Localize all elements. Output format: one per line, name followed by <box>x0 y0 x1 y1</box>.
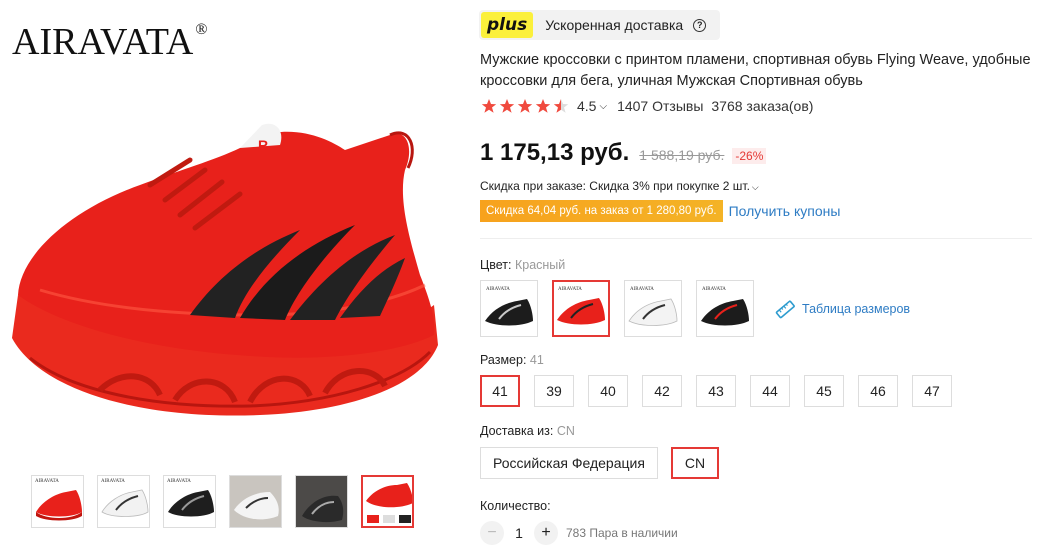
question-circle-icon[interactable]: ? <box>693 18 707 32</box>
quantity-input[interactable]: 1 <box>504 525 534 541</box>
divider <box>480 238 1032 239</box>
chevron-down-icon: ⌵ <box>751 182 759 192</box>
swatch-shoe <box>701 299 749 326</box>
swatch-shoe <box>485 299 533 326</box>
ruler-icon <box>775 300 795 318</box>
quantity-decrease-button[interactable]: − <box>480 521 504 545</box>
coupon-badge: Скидка 64,04 руб. на заказ от 1 280,80 р… <box>480 200 723 222</box>
size-option[interactable]: 41 <box>480 375 520 407</box>
plus-delivery-bar[interactable]: plus Ускоренная доставка ? <box>479 10 720 40</box>
thumb-shoe <box>101 489 149 517</box>
svg-text:R: R <box>258 137 268 153</box>
thumbnail-5[interactable] <box>295 475 348 528</box>
brand-logo: AIRAVATA ® <box>12 20 208 64</box>
product-title: Мужские кроссовки с принтом пламени, спо… <box>480 52 1031 89</box>
size-selected: 41 <box>529 353 544 367</box>
get-coupons-link[interactable]: Получить купоны <box>729 203 841 219</box>
rating-stars <box>481 98 569 114</box>
size-option[interactable]: 44 <box>750 375 790 407</box>
thumbnail-3[interactable]: AIRAVATA <box>163 475 216 528</box>
rating-value[interactable]: 4.5 <box>577 98 596 114</box>
size-options: 41 39 40 42 43 44 45 46 47 <box>480 375 952 407</box>
quantity-stepper: − 1 + 783 Пара в наличии <box>480 521 678 545</box>
size-table-link[interactable]: Таблица размеров <box>774 298 910 320</box>
size-table-label: Таблица размеров <box>802 301 911 316</box>
shipping-label-text: Доставка из: <box>480 424 554 438</box>
swatch-shoe <box>628 298 678 326</box>
thumb-logo: AIRAVATA <box>35 479 59 484</box>
registered-mark: ® <box>195 21 208 38</box>
plus-badge: plus <box>481 12 534 38</box>
bulk-discount-text: Скидка при заказе: Скидка 3% при покупке… <box>480 179 750 193</box>
stock-count: 783 Пара в наличии <box>566 526 678 540</box>
current-price: 1 175,13 руб. <box>480 139 630 166</box>
svg-text:AIRAVATA: AIRAVATA <box>558 287 582 292</box>
reviews-link[interactable]: 1407 Отзывы <box>617 98 703 114</box>
quantity-label: Количество: <box>480 499 551 513</box>
old-price: 1 588,19 руб. <box>639 147 725 163</box>
plus-delivery-text: Ускоренная доставка <box>545 17 684 33</box>
brand-name: AIRAVATA <box>12 21 194 63</box>
size-option[interactable]: 46 <box>858 375 898 407</box>
thumbnail-strip: AIRAVATA AIRAVATA AIRAVATA <box>31 475 414 528</box>
star-icon <box>499 99 515 113</box>
coupon-row: Скидка 64,04 руб. на заказ от 1 280,80 р… <box>480 200 840 222</box>
ship-from-cn[interactable]: CN <box>670 447 720 479</box>
size-option[interactable]: 45 <box>804 375 844 407</box>
size-label-text: Размер: <box>480 353 527 367</box>
rating-row: 4.5 ⌵ 1407 Отзывы 3768 заказа(ов) <box>481 98 813 114</box>
thumbnail-1[interactable]: AIRAVATA <box>31 475 84 528</box>
star-icon <box>535 99 551 113</box>
bulk-discount[interactable]: Скидка при заказе: Скидка 3% при покупке… <box>480 179 759 193</box>
thumb-logo: AIRAVATA <box>101 479 125 484</box>
discount-badge: -26% <box>732 148 767 164</box>
svg-text:AIRAVATA: AIRAVATA <box>702 287 726 292</box>
svg-text:AIRAVATA: AIRAVATA <box>486 287 510 292</box>
color-option-black[interactable]: AIRAVATA <box>480 280 538 337</box>
color-option-white[interactable]: AIRAVATA <box>624 280 682 337</box>
svg-text:AIRAVATA: AIRAVATA <box>630 287 654 292</box>
color-selected: Красный <box>514 258 566 272</box>
star-icon <box>481 99 497 113</box>
size-option[interactable]: 43 <box>696 375 736 407</box>
price-row: 1 175,13 руб. 1 588,19 руб. -26% <box>480 139 767 167</box>
size-option[interactable]: 47 <box>912 375 952 407</box>
thumbnail-6[interactable] <box>361 475 414 528</box>
main-product-image[interactable]: R <box>0 90 450 460</box>
star-icon <box>517 99 533 113</box>
quantity-increase-button[interactable]: + <box>534 521 558 545</box>
thumb-logo: AIRAVATA <box>167 479 191 484</box>
thumb-shoe <box>36 490 82 517</box>
shipping-label: Доставка из: CN <box>480 424 575 438</box>
thumb-shoe <box>366 483 412 508</box>
color-option-red[interactable]: AIRAVATA <box>552 280 610 337</box>
star-icon <box>553 99 569 113</box>
color-option-black-red[interactable]: AIRAVATA <box>696 280 754 337</box>
color-label: Цвет: Красный <box>480 258 565 272</box>
thumbnail-4[interactable] <box>229 475 282 528</box>
thumb-shoe <box>168 490 214 517</box>
orders-count: 3768 заказа(ов) <box>711 98 814 114</box>
size-option[interactable]: 39 <box>534 375 574 407</box>
thumbnail-2[interactable]: AIRAVATA <box>97 475 150 528</box>
size-label: Размер: 41 <box>480 353 544 367</box>
shipping-options: Российская Федерация CN <box>480 447 720 479</box>
color-label-text: Цвет: <box>480 258 512 272</box>
chevron-down-icon[interactable]: ⌵ <box>599 101 607 112</box>
swatch-shoe <box>557 298 605 325</box>
shipping-selected: CN <box>556 424 575 438</box>
color-options: AIRAVATA AIRAVATA AIRAVATA AIRAVATA Табл… <box>480 280 910 337</box>
ship-from-russia[interactable]: Российская Федерация <box>480 447 658 479</box>
size-option[interactable]: 42 <box>642 375 682 407</box>
size-option[interactable]: 40 <box>588 375 628 407</box>
